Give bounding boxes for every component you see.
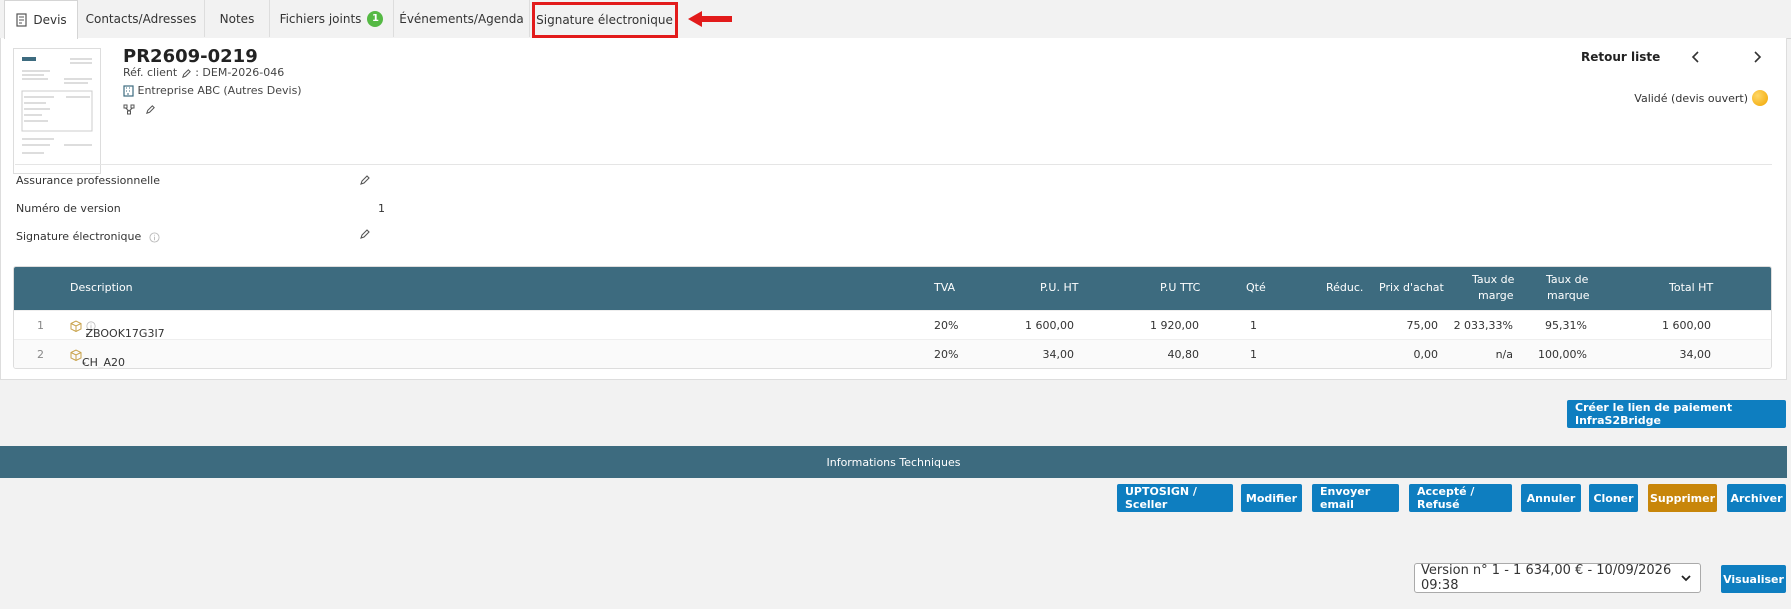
tab-label: Notes — [219, 11, 255, 26]
tab-label: Contacts/Adresses — [85, 11, 197, 26]
version-select-value: Version n° 1 - 1 634,00 € - 10/09/2026 0… — [1421, 563, 1672, 593]
tab-label: Fichiers joints — [279, 11, 362, 26]
quote-card: PR2609-0219 Réf. client : DEM-2026-046 E… — [0, 38, 1787, 380]
cell-qte: 1 — [1250, 319, 1257, 332]
product-box-icon — [70, 349, 82, 361]
pencil-icon[interactable] — [359, 228, 371, 240]
col-prix-achat: Prix d'achat — [1379, 281, 1444, 294]
back-to-list-link[interactable]: Retour liste — [1581, 50, 1660, 64]
tab-contacts[interactable]: Contacts/Adresses — [78, 0, 205, 37]
tab-signature-electronique[interactable]: Signature électronique — [532, 2, 678, 38]
status-indicator: Validé (devis ouvert) — [1634, 90, 1768, 106]
cell-total-ht: 34,00 — [1679, 348, 1712, 361]
cell-qte: 1 — [1250, 348, 1257, 361]
col-tva: TVA — [934, 281, 956, 294]
cell-total-ht: 1 600,00 — [1662, 319, 1711, 332]
hierarchy-icon[interactable] — [123, 104, 135, 115]
delete-button[interactable]: Supprimer — [1648, 484, 1717, 512]
company-line: Entreprise ABC (Autres Devis) — [123, 84, 302, 97]
version-select[interactable]: Version n° 1 - 1 634,00 € - 10/09/2026 0… — [1414, 563, 1701, 593]
tab-fichiers-joints[interactable]: Fichiers joints 1 — [270, 0, 394, 37]
col-taux-marge-1: Taux de — [1472, 273, 1515, 286]
lines-table: Description TVA P.U. HT P.U TTC Qté Rédu… — [13, 266, 1772, 369]
cell-pu-ttc: 1 920,00 — [1150, 319, 1199, 332]
document-thumbnail[interactable] — [13, 48, 101, 174]
product-box-icon — [70, 320, 82, 332]
create-payment-link-button[interactable]: Créer le lien de paiement InfraS2Bridge — [1567, 400, 1786, 428]
tab-label: Signature électronique — [536, 13, 673, 27]
tab-notes[interactable]: Notes — [205, 0, 270, 37]
cancel-button[interactable]: Annuler — [1521, 484, 1581, 512]
table-row[interactable]: 2 CH_A20 - Chant arrondi 20mm 20% 34,00 … — [14, 339, 1771, 368]
tab-evenements[interactable]: Événements/Agenda — [394, 0, 530, 37]
col-description: Description — [70, 281, 133, 294]
cell-taux-marque: 100,00% — [1538, 348, 1587, 361]
product-description: - Chant arrondi 20mm — [82, 356, 86, 369]
tab-label: Événements/Agenda — [399, 11, 524, 26]
archive-button[interactable]: Archiver — [1727, 484, 1786, 512]
chevron-down-icon — [1681, 575, 1691, 582]
company-link[interactable]: Entreprise ABC (Autres Devis) — [138, 84, 302, 97]
col-taux-marge-2: marge — [1478, 289, 1514, 302]
col-pu-ttc: P.U TTC — [1160, 281, 1201, 294]
table-header: Description TVA P.U. HT P.U TTC Qté Rédu… — [14, 267, 1771, 310]
col-taux-marque-1: Taux de — [1546, 273, 1589, 286]
col-pu-ht: P.U. HT — [1040, 281, 1079, 294]
building-icon — [123, 85, 134, 97]
previous-icon[interactable] — [1691, 50, 1701, 64]
client-ref-label: Réf. client — [123, 66, 178, 79]
clone-button[interactable]: Cloner — [1589, 484, 1638, 512]
extra-icons — [123, 102, 156, 115]
info-icon — [149, 231, 160, 243]
client-ref-line: Réf. client : DEM-2026-046 — [123, 66, 284, 79]
tab-devis[interactable]: Devis — [4, 0, 78, 39]
status-dot-icon — [1752, 90, 1768, 106]
tab-bar: Devis Contacts/Adresses Notes Fichiers j… — [0, 0, 1791, 39]
accept-refuse-button[interactable]: Accepté / Refusé — [1409, 484, 1512, 512]
version-value: 1 — [378, 202, 385, 215]
technical-info-bar[interactable]: Informations Techniques — [0, 446, 1787, 478]
col-taux-marque-2: marque — [1547, 289, 1590, 302]
product-cell: ZBOOK17G3I7 - Fourniture d'une Station p… — [70, 319, 165, 368]
signature-label: Signature électronique — [16, 230, 160, 243]
pencil-icon[interactable] — [181, 68, 192, 79]
cell-taux-marge: n/a — [1495, 348, 1513, 361]
annotation-arrow-icon — [688, 11, 732, 27]
status-text: Validé (devis ouvert) — [1634, 91, 1748, 105]
document-preview-icon — [21, 57, 93, 154]
send-email-button[interactable]: Envoyer email — [1312, 484, 1399, 512]
version-label: Numéro de version — [16, 202, 121, 215]
client-ref-value: : DEM-2026-046 — [195, 66, 285, 79]
next-icon[interactable] — [1752, 50, 1762, 64]
cell-pu-ttc: 40,80 — [1167, 348, 1200, 361]
cell-taux-marque: 95,31% — [1545, 319, 1587, 332]
product-cell: CH_A20 - Chant arrondi 20mm — [70, 348, 125, 368]
uptosign-button[interactable]: UPTOSIGN / Sceller — [1117, 484, 1233, 512]
table-row[interactable]: 1 ZBOOK17G3I7 - Fourniture d'une Station… — [14, 310, 1771, 368]
cell-pu-ht: 1 600,00 — [1025, 319, 1074, 332]
assurance-label: Assurance professionnelle — [16, 174, 160, 187]
divider — [15, 164, 1772, 165]
row-number: 2 — [37, 348, 44, 361]
count-badge: 1 — [367, 10, 384, 27]
cell-taux-marge: 2 033,33% — [1453, 319, 1513, 332]
cell-prix-achat: 0,00 — [1413, 348, 1439, 361]
quote-reference: PR2609-0219 — [123, 46, 258, 67]
cell-pu-ht: 34,00 — [1042, 348, 1075, 361]
col-reduc: Réduc. — [1326, 281, 1364, 294]
col-total-ht: Total HT — [1669, 281, 1714, 294]
pencil-icon[interactable] — [145, 104, 156, 115]
signature-label-text: Signature électronique — [16, 230, 142, 243]
quote-icon — [16, 13, 27, 27]
modify-button[interactable]: Modifier — [1241, 484, 1302, 512]
tab-label: Devis — [33, 13, 67, 27]
preview-button[interactable]: Visualiser — [1721, 565, 1786, 593]
col-qte: Qté — [1246, 281, 1266, 294]
cell-tva: 20% — [934, 348, 959, 361]
cell-prix-achat: 75,00 — [1406, 319, 1439, 332]
cell-tva: 20% — [934, 319, 959, 332]
pencil-icon[interactable] — [359, 174, 371, 186]
row-number: 1 — [37, 319, 44, 332]
